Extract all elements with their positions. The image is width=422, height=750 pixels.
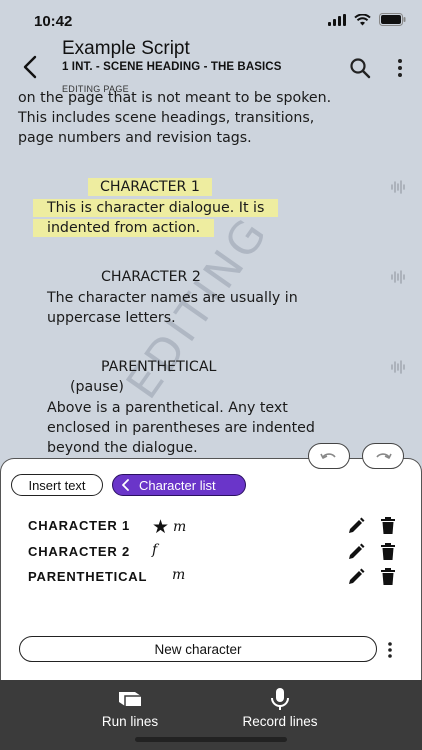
pencil-icon <box>349 517 365 533</box>
parenthetical-line: (pause) <box>70 379 124 395</box>
audio-wave-icon[interactable] <box>390 359 406 375</box>
action-line: on the page that is not meant to be spok… <box>18 90 332 106</box>
character-list-chip[interactable]: Character list <box>112 474 246 496</box>
redo-button[interactable] <box>362 443 404 469</box>
home-indicator <box>135 737 287 742</box>
more-options-button[interactable] <box>392 56 408 80</box>
character-list-label: Character list <box>139 477 216 493</box>
dialogue-line: This is character dialogue. It is <box>33 198 279 218</box>
search-icon <box>350 58 371 79</box>
character-name: CHARACTER 2 <box>28 544 130 559</box>
script-content[interactable]: EDITING on the page that is not meant to… <box>0 88 422 468</box>
action-line: This includes scene headings, transition… <box>18 110 315 126</box>
redo-icon <box>376 453 392 459</box>
gender-tag: m <box>172 567 186 583</box>
dialogue-line: enclosed in parentheses are indented <box>47 420 315 436</box>
character-tags: m <box>172 567 185 583</box>
character-tags: ★ m <box>152 516 186 538</box>
battery-icon <box>379 13 406 31</box>
star-icon: ★ <box>152 516 170 538</box>
character-row[interactable]: CHARACTER 2 f <box>28 542 398 562</box>
undo-icon <box>320 453 336 459</box>
dialogue-line: uppercase letters. <box>47 310 176 326</box>
character-row[interactable]: CHARACTER 1 ★ m <box>28 516 398 538</box>
dialogue-line: indented from action. <box>33 218 215 238</box>
undo-button[interactable] <box>308 443 350 469</box>
sheet-more-button[interactable] <box>384 640 396 660</box>
status-icons <box>328 13 406 31</box>
trash-icon <box>381 517 395 534</box>
edit-character-button[interactable] <box>346 542 366 562</box>
edit-character-button[interactable] <box>346 516 366 536</box>
character-row[interactable]: PARENTHETICAL m <box>28 567 398 587</box>
run-lines-label: Run lines <box>101 714 159 729</box>
run-lines-tab[interactable]: Run lines <box>75 686 185 729</box>
run-lines-icon <box>119 692 141 706</box>
pencil-icon <box>349 543 365 559</box>
delete-character-button[interactable] <box>379 516 397 536</box>
microphone-icon <box>271 688 289 710</box>
dialogue-line: The character names are usually in <box>47 290 298 306</box>
edit-character-button[interactable] <box>346 567 366 587</box>
pencil-icon <box>349 568 365 584</box>
character-cue[interactable]: CHARACTER 1 <box>88 177 212 197</box>
more-vertical-icon <box>388 642 392 658</box>
trash-icon <box>381 568 395 585</box>
chevron-left-icon <box>23 55 37 79</box>
delete-character-button[interactable] <box>379 567 397 587</box>
dialogue-line: Above is a parenthetical. Any text <box>47 400 288 416</box>
trash-icon <box>381 543 395 560</box>
gender-tag: f <box>152 542 158 558</box>
insert-text-chip[interactable]: Insert text <box>11 474 103 496</box>
chevron-left-icon <box>122 479 129 491</box>
search-button[interactable] <box>348 56 372 80</box>
wifi-icon <box>354 13 371 31</box>
dialogue-line: beyond the dialogue. <box>47 440 198 456</box>
audio-wave-icon[interactable] <box>390 269 406 285</box>
character-name: PARENTHETICAL <box>28 569 148 584</box>
character-cue[interactable]: PARENTHETICAL <box>101 357 216 377</box>
back-button[interactable] <box>18 52 44 82</box>
app-header: Example Script 1 INT. - SCENE HEADING - … <box>0 36 422 94</box>
signal-icon <box>328 13 346 31</box>
character-name: CHARACTER 1 <box>28 518 130 533</box>
script-title: Example Script <box>62 38 190 59</box>
action-line: page numbers and revision tags. <box>18 130 252 146</box>
character-cue[interactable]: CHARACTER 2 <box>101 267 201 287</box>
gender-tag: m <box>173 519 187 535</box>
status-bar: 10:42 <box>0 0 422 40</box>
scene-heading-subtitle: 1 INT. - SCENE HEADING - THE BASICS <box>62 61 282 73</box>
record-lines-label: Record lines <box>242 714 318 729</box>
status-time: 10:42 <box>34 13 73 30</box>
new-character-button[interactable]: New character <box>19 636 377 662</box>
delete-character-button[interactable] <box>379 542 397 562</box>
character-tags: f <box>152 542 157 558</box>
more-vertical-icon <box>398 59 402 77</box>
record-lines-tab[interactable]: Record lines <box>225 686 335 729</box>
audio-wave-icon[interactable] <box>390 179 406 195</box>
